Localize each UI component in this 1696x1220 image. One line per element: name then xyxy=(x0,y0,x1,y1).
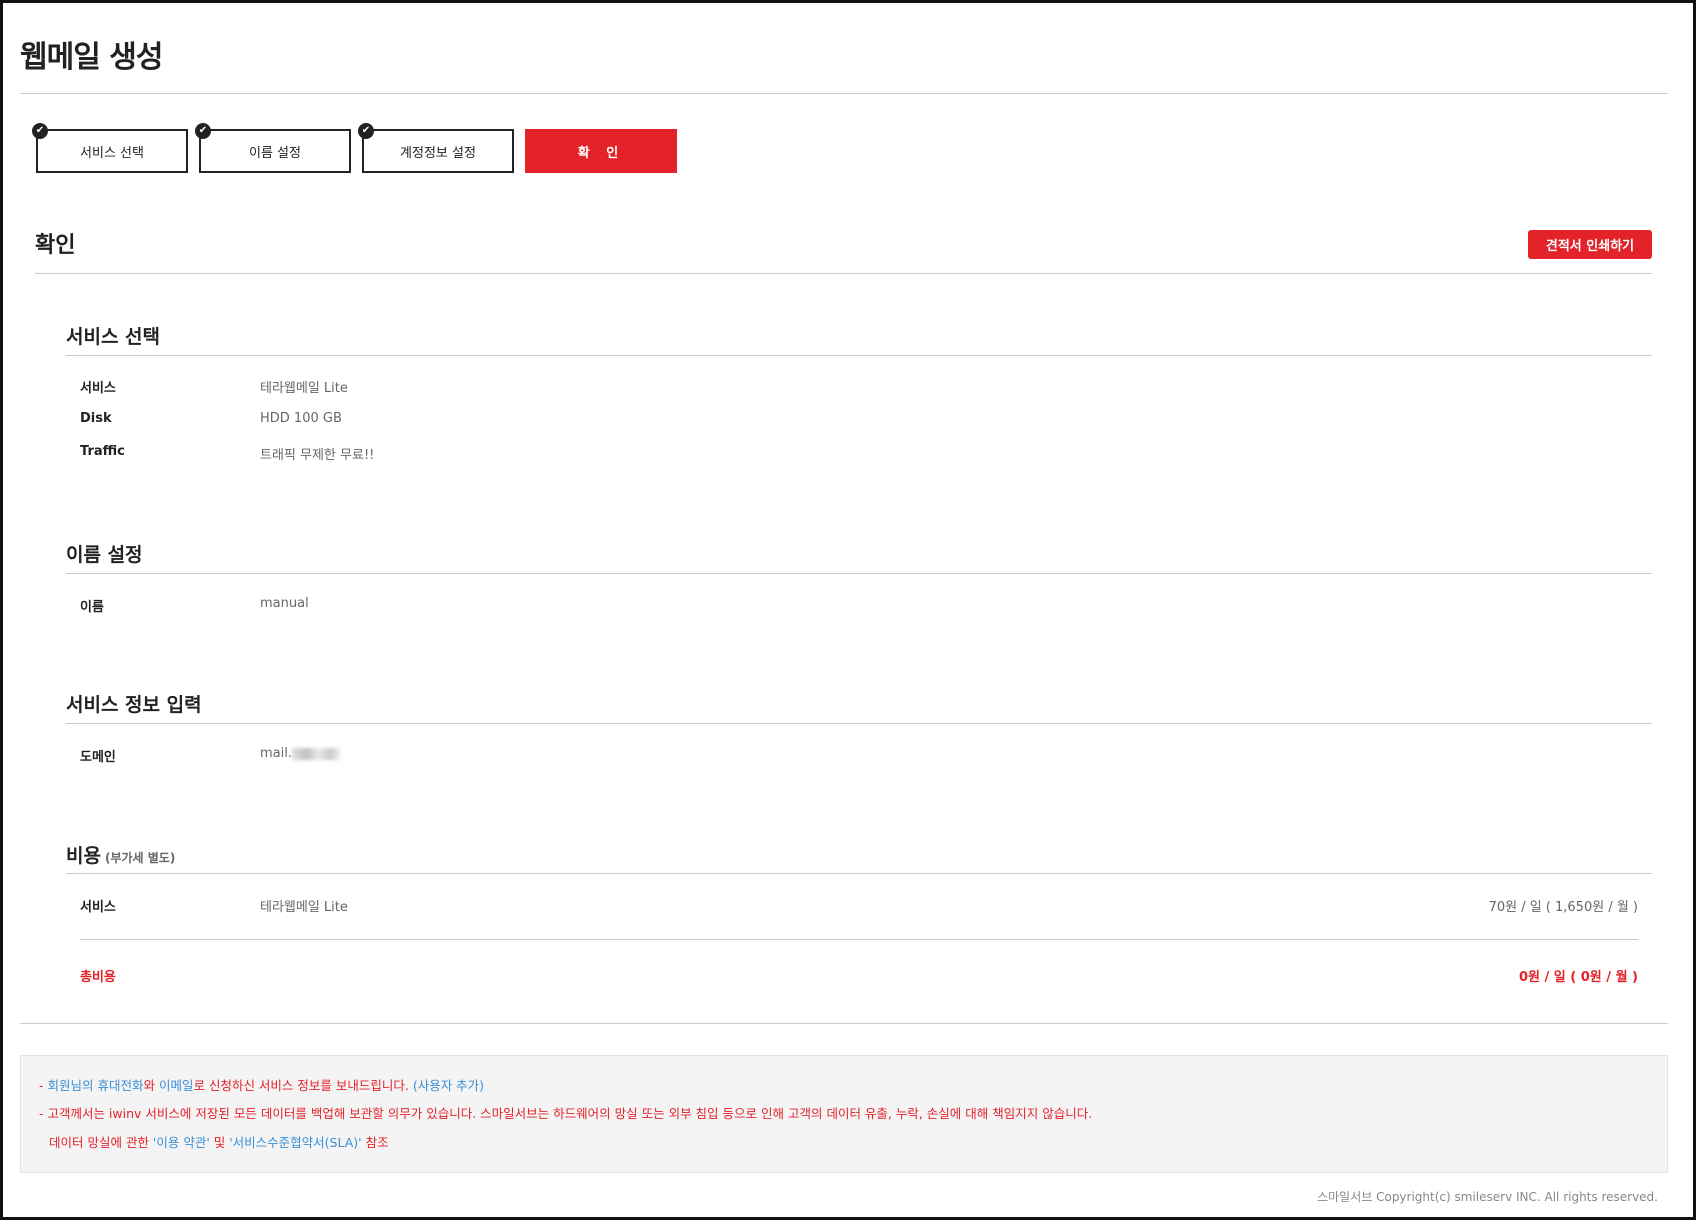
total-cost-price: 0원 / 일 ( 0원 / 월 ) xyxy=(1519,970,1638,985)
disk-value: HDD 100 GB xyxy=(260,411,342,426)
confirm-title: 확인 xyxy=(35,233,76,258)
step-service-select[interactable]: ✔ 서비스 선택 xyxy=(32,123,188,173)
service-value: 테라웹메일 Lite xyxy=(260,381,348,396)
cost-service-price: 70원 / 일 ( 1,650원 / 월 ) xyxy=(1488,900,1638,915)
print-quote-button[interactable]: 견적서 인쇄하기 xyxy=(1528,230,1652,259)
name-value: manual xyxy=(260,596,309,611)
domain-prefix: mail. xyxy=(260,746,292,761)
email-link[interactable]: 이메일 xyxy=(159,1078,194,1093)
cost-service-label: 서비스 xyxy=(80,900,116,915)
step-name-setting[interactable]: ✔ 이름 설정 xyxy=(195,123,351,173)
notice-line-3: 데이터 망실에 관한 '이용 약관' 및 '서비스수준협약서(SLA)' 참조 xyxy=(49,1132,389,1151)
divider xyxy=(66,873,1652,874)
divider xyxy=(66,723,1652,724)
step-account-setting[interactable]: ✔ 계정정보 설정 xyxy=(358,123,514,173)
notice-box: - 회원님의 휴대전화와 이메일로 신청하신 서비스 정보를 보내드립니다. (… xyxy=(20,1055,1668,1173)
cost-title: 비용 xyxy=(66,845,101,867)
notice-text: 및 xyxy=(209,1135,230,1150)
service-label: 서비스 xyxy=(80,381,116,396)
divider xyxy=(80,939,1638,940)
notice-text: 데이터 망실에 관한 xyxy=(49,1135,153,1150)
add-user-link[interactable]: (사용자 추가) xyxy=(413,1078,484,1093)
phone-link[interactable]: 회원님의 휴대전화 xyxy=(47,1078,143,1093)
page-title: 웹메일 생성 xyxy=(20,40,163,75)
disk-label: Disk xyxy=(80,411,112,426)
step-label: 계정정보 설정 xyxy=(400,145,476,161)
divider xyxy=(66,573,1652,574)
service-section-title: 서비스 선택 xyxy=(66,326,161,348)
cost-subtitle: (부가세 별도) xyxy=(104,851,176,865)
check-icon: ✔ xyxy=(358,123,374,139)
footer-copyright: 스마일서브 Copyright(c) smileserv INC. All ri… xyxy=(1317,1190,1658,1204)
page-frame xyxy=(0,0,1696,1220)
domain-label: 도메인 xyxy=(80,750,116,765)
name-label: 이름 xyxy=(80,600,104,615)
step-label: 서비스 선택 xyxy=(80,145,144,161)
name-section-title: 이름 설정 xyxy=(66,544,143,566)
sla-link[interactable]: '서비스수준협약서(SLA)' xyxy=(229,1135,361,1150)
info-section-title: 서비스 정보 입력 xyxy=(66,694,202,716)
cost-service-value: 테라웹메일 Lite xyxy=(260,900,348,915)
divider xyxy=(20,93,1668,94)
terms-link[interactable]: '이용 약관' xyxy=(153,1135,210,1150)
check-icon: ✔ xyxy=(195,123,211,139)
step-label: 이름 설정 xyxy=(249,145,301,161)
notice-text: 로 신청하신 서비스 정보를 보내드립니다. xyxy=(193,1078,413,1093)
notice-line-2: - 고객께서는 iwinv 서비스에 저장된 모든 데이터를 백업해 보관할 의… xyxy=(39,1106,1093,1121)
step-label: 확 인 xyxy=(577,145,625,161)
notice-text: 참조 xyxy=(361,1135,389,1150)
divider xyxy=(20,1023,1668,1024)
step-confirm[interactable]: 확 인 xyxy=(525,129,677,173)
total-cost-label: 총비용 xyxy=(80,970,116,985)
domain-value: mail. xyxy=(260,746,340,761)
divider xyxy=(66,355,1652,356)
traffic-value: 트래픽 무제한 무료!! xyxy=(260,448,375,463)
traffic-label: Traffic xyxy=(80,444,125,459)
cost-section-title: 비용 (부가세 별도) xyxy=(66,841,175,868)
notice-text: 와 xyxy=(143,1078,159,1093)
notice-line-1: - 회원님의 휴대전화와 이메일로 신청하신 서비스 정보를 보내드립니다. (… xyxy=(39,1075,484,1094)
redacted-domain xyxy=(292,747,340,760)
check-icon: ✔ xyxy=(32,123,48,139)
divider xyxy=(35,273,1652,274)
